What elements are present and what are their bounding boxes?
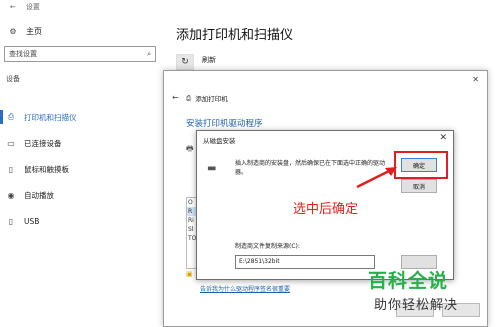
window-title: 设置 [25,3,40,11]
sidebar-item-label: 鼠标和触摸板 [24,164,69,174]
usb-icon: ▯ [8,216,14,226]
close-icon[interactable]: ✕ [439,133,447,143]
sidebar-item-autoplay[interactable]: ◉ 自动播放 [6,188,55,202]
page-title: 添加打印机和扫描仪 [176,28,294,43]
sidebar-item-label: USB [24,216,40,226]
back-arrow-icon[interactable]: ← [172,93,179,102]
cancel-button[interactable]: 取消 [401,179,437,193]
sidebar-item-connected-devices[interactable]: ▭ 已连接设备 [6,136,62,150]
gear-icon: ⚙ [9,27,17,36]
wizard-title: 添加打印机 [195,95,228,103]
disk-drive-icon: ▬ [207,163,217,174]
mouse-icon: ▯ [8,164,14,174]
watermark: 百科全说 助你轻松解决 [368,266,492,322]
shield-icon: ▣ [186,270,193,278]
watermark-sub: 助你轻松解决 [374,298,459,313]
printer-icon: ⎙ [186,93,192,102]
annotation-arrow [356,167,397,189]
annotation-text: 选中后确定 [293,202,359,217]
path-input[interactable]: E:\2851\32bit [235,255,375,269]
highlight-box [394,151,448,179]
sidebar-item-printers[interactable]: ⎙ 打印机和扫描仪 [6,110,77,124]
autoplay-icon: ◉ [7,190,15,200]
selected-indicator [0,110,3,124]
refresh-label: 刷新 [202,56,216,64]
sidebar-item-mouse[interactable]: ▯ 鼠标和触摸板 [6,162,69,176]
path-label: 制造商文件复制来源(C): [235,243,300,250]
search-icon: ⌕ [147,49,151,58]
wizard-title-row: ⎙ 添加打印机 [186,93,228,104]
driver-signing-link[interactable]: 告诉我为什么驱动程序签名很重要 [200,284,290,293]
home-label: 主页 [26,27,42,36]
sidebar-item-label: 自动播放 [24,190,54,200]
printer-icon: ⎙ [7,112,15,121]
search-placeholder: 查找设置 [9,50,37,58]
printer-setup-icon: 🖶 [186,144,194,153]
dialog-title: 从磁盘安装 [203,137,236,145]
sidebar-item-label: 已连接设备 [24,138,62,148]
refresh-icon: ↻ [181,57,189,67]
close-icon[interactable]: ✕ [472,75,479,84]
section-title: 设备 [6,75,20,83]
devices-icon: ▭ [7,138,15,148]
wizard-heading: 安装打印机驱动程序 [186,119,263,129]
sidebar-home[interactable]: ⚙ 主页 [8,26,42,37]
search-settings-input[interactable]: 查找设置 ⌕ [4,46,156,62]
sidebar-item-usb[interactable]: ▯ USB [6,214,40,228]
back-arrow-icon[interactable]: ← [10,3,16,11]
window-titlebar: ← 设置 [0,0,500,14]
sidebar-item-label: 打印机和扫描仪 [24,112,77,122]
settings-sidebar: ⚙ 主页 查找设置 ⌕ 设备 ⎙ 打印机和扫描仪 ▭ 已连接设备 ▯ 鼠标和触摸… [0,14,170,327]
watermark-main: 百科全说 [368,270,449,292]
refresh-button[interactable]: ↻ [176,54,194,70]
